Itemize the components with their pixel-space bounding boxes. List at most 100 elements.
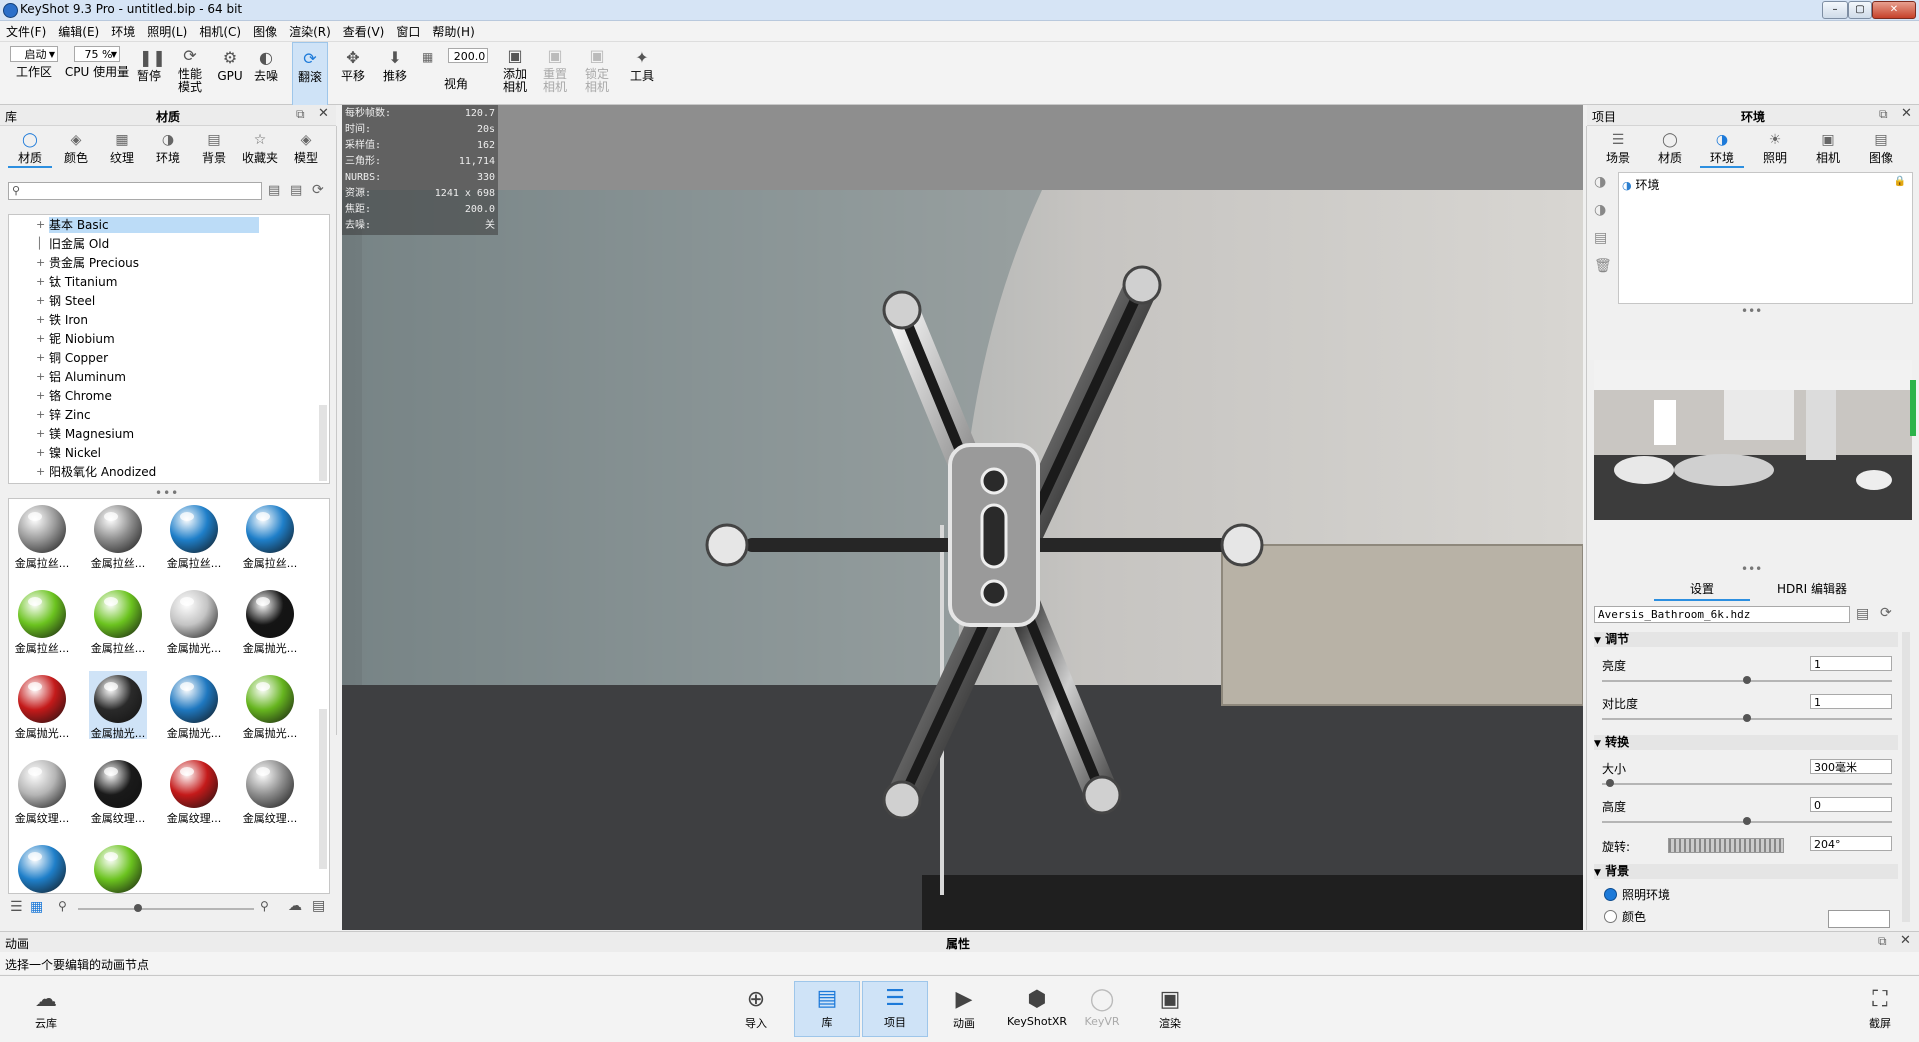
- tree-item[interactable]: + 镍 Nickel: [9, 445, 269, 461]
- material-thumbnail[interactable]: 金属纹理...: [89, 756, 147, 825]
- menu-lighting[interactable]: 照明(L): [141, 21, 193, 40]
- tab-project-environment[interactable]: ◑ 环境: [1700, 128, 1744, 168]
- material-thumbnail[interactable]: [13, 841, 71, 893]
- tab-textures[interactable]: ▦ 纹理: [100, 128, 144, 166]
- tree-item[interactable]: + 铁 Iron: [9, 312, 269, 328]
- background-color-swatch[interactable]: [1828, 910, 1890, 928]
- denoise-button[interactable]: ◐ 去噪: [250, 42, 282, 104]
- library-button[interactable]: ▤ 库: [794, 981, 860, 1037]
- library-search-input[interactable]: ⚲: [8, 182, 262, 200]
- section-adjust[interactable]: ▼ 调节: [1594, 632, 1898, 647]
- add-camera-button[interactable]: ▣ 添加 相机: [500, 42, 530, 104]
- menu-help[interactable]: 帮助(H): [426, 21, 480, 40]
- hdri-file-input[interactable]: Aversis_Bathroom_6k.hdz: [1594, 606, 1850, 623]
- tree-item[interactable]: + 钢 Steel: [9, 293, 269, 309]
- list-view-icon[interactable]: ☰: [10, 899, 23, 915]
- add-folder-icon[interactable]: ▤: [290, 183, 302, 198]
- splitter-handle[interactable]: •••: [1741, 562, 1762, 576]
- close-window-button[interactable]: ✕: [1872, 1, 1916, 19]
- open-folder-icon[interactable]: ▤: [268, 183, 280, 198]
- tree-item[interactable]: + 铌 Niobium: [9, 331, 269, 347]
- material-thumbnail[interactable]: 金属抛光...: [13, 671, 71, 740]
- grid-view-icon[interactable]: ▦: [30, 899, 43, 915]
- hdri-preview[interactable]: [1594, 360, 1912, 520]
- section-transform[interactable]: ▼ 转换: [1594, 735, 1898, 750]
- tree-item[interactable]: + 贵金属 Precious: [9, 255, 269, 271]
- maximize-button[interactable]: ▢: [1848, 1, 1872, 19]
- menu-edit[interactable]: 编辑(E): [52, 21, 105, 40]
- thumbnail-size-slider[interactable]: [78, 908, 254, 910]
- material-thumbnail[interactable]: 金属抛光...: [241, 671, 299, 740]
- screenshot-button[interactable]: ⛶ 截屏: [1852, 983, 1908, 1031]
- tree-item[interactable]: + 铝 Aluminum: [9, 369, 269, 385]
- tree-item[interactable]: + 铜 Copper: [9, 350, 269, 366]
- tree-scrollbar[interactable]: [319, 405, 327, 481]
- material-thumbnail-selected[interactable]: 金属抛光...: [89, 671, 147, 740]
- lock-camera-button[interactable]: ▣ 锁定 相机: [582, 42, 612, 104]
- material-thumbnail[interactable]: 金属拉丝...: [241, 501, 299, 570]
- gpu-button[interactable]: ⚙ GPU: [214, 42, 246, 104]
- lock-icon[interactable]: 🔒: [1894, 176, 1906, 187]
- refresh-icon[interactable]: ⟳: [312, 182, 324, 198]
- thumbnail-scrollbar[interactable]: [319, 709, 327, 869]
- material-thumbnail[interactable]: 金属拉丝...: [165, 501, 223, 570]
- project-button[interactable]: ☰ 项目: [862, 981, 928, 1037]
- material-thumbnail[interactable]: 金属抛光...: [165, 671, 223, 740]
- material-thumbnail[interactable]: 金属纹理...: [165, 756, 223, 825]
- tree-item[interactable]: │ 旧金属 Old: [9, 236, 269, 252]
- trash-icon[interactable]: 🗑: [1594, 258, 1612, 274]
- rotation-input[interactable]: 204°: [1810, 836, 1892, 851]
- close-panel-icon[interactable]: ✕: [1901, 106, 1912, 121]
- tree-item[interactable]: + 钛 Titanium: [9, 274, 269, 290]
- material-thumbnail[interactable]: [89, 841, 147, 893]
- height-input[interactable]: 0: [1810, 797, 1892, 812]
- tab-favorites[interactable]: ☆ 收藏夹: [238, 128, 282, 166]
- subtab-settings[interactable]: 设置: [1654, 580, 1750, 601]
- tools-button[interactable]: ✦ 工具: [624, 42, 660, 104]
- undock-panel-icon[interactable]: ⧉: [1878, 934, 1887, 949]
- keyshotxr-button[interactable]: ⬢ KeyShotXR: [1004, 983, 1070, 1031]
- menu-image[interactable]: 图像: [247, 21, 283, 40]
- rotation-jog-wheel[interactable]: [1668, 838, 1784, 853]
- tab-project-camera[interactable]: ▣ 相机: [1806, 128, 1850, 166]
- render-viewport[interactable]: [342, 105, 1583, 930]
- section-background[interactable]: ▼ 背景: [1594, 864, 1898, 879]
- material-thumbnail[interactable]: 金属抛光...: [165, 586, 223, 655]
- material-thumbnail[interactable]: 金属拉丝...: [89, 586, 147, 655]
- cloud-library-button[interactable]: ☁ 云库: [18, 983, 74, 1031]
- refresh-icon[interactable]: ⟳: [1880, 605, 1892, 621]
- brightness-slider-knob[interactable]: [1743, 676, 1751, 684]
- size-slider[interactable]: [1602, 783, 1892, 785]
- contrast-slider-knob[interactable]: [1743, 714, 1751, 722]
- open-folder-icon[interactable]: ▤: [1856, 606, 1869, 622]
- material-thumbnail[interactable]: 金属拉丝...: [13, 501, 71, 570]
- undock-panel-icon[interactable]: ⧉: [296, 107, 305, 122]
- menu-camera[interactable]: 相机(C): [193, 21, 247, 40]
- cpu-usage-select[interactable]: 75 % ▼: [74, 46, 120, 62]
- copy-environment-icon[interactable]: ▤: [1594, 230, 1607, 246]
- tab-scene[interactable]: ☰ 场景: [1596, 128, 1640, 166]
- pan-button[interactable]: ✥ 平移: [336, 42, 370, 104]
- radio-color[interactable]: [1604, 910, 1617, 923]
- subtab-hdri-editor[interactable]: HDRI 编辑器: [1762, 580, 1862, 597]
- thumbnail-size-slider-knob[interactable]: [134, 904, 142, 912]
- tab-project-lighting[interactable]: ☀ 照明: [1753, 128, 1797, 166]
- cloud-upload-icon[interactable]: ☁: [288, 898, 302, 914]
- hdri-preview-scrollbar[interactable]: [1910, 380, 1916, 436]
- render-button[interactable]: ▣ 渲染: [1142, 983, 1198, 1031]
- minimize-button[interactable]: –: [1822, 1, 1848, 19]
- close-panel-icon[interactable]: ✕: [318, 106, 329, 121]
- tree-item[interactable]: + 镁 Magnesium: [9, 426, 269, 442]
- splitter-handle[interactable]: •••: [1741, 304, 1762, 318]
- list-item[interactable]: ◑ 环境 🔒: [1622, 176, 1908, 192]
- import-button[interactable]: ⊕ 导入: [728, 983, 784, 1031]
- tab-project-image[interactable]: ▤ 图像: [1859, 128, 1903, 166]
- tab-environments[interactable]: ◑ 环境: [146, 128, 190, 166]
- fov-input[interactable]: 200.0: [448, 48, 488, 63]
- tree-item[interactable]: + 铬 Chrome: [9, 388, 269, 404]
- material-thumbnail[interactable]: 金属纹理...: [241, 756, 299, 825]
- tab-colors[interactable]: ◈ 颜色: [54, 128, 98, 166]
- close-panel-icon[interactable]: ✕: [1900, 933, 1911, 948]
- brightness-input[interactable]: 1: [1810, 656, 1892, 671]
- radio-lighting-environment[interactable]: [1604, 888, 1617, 901]
